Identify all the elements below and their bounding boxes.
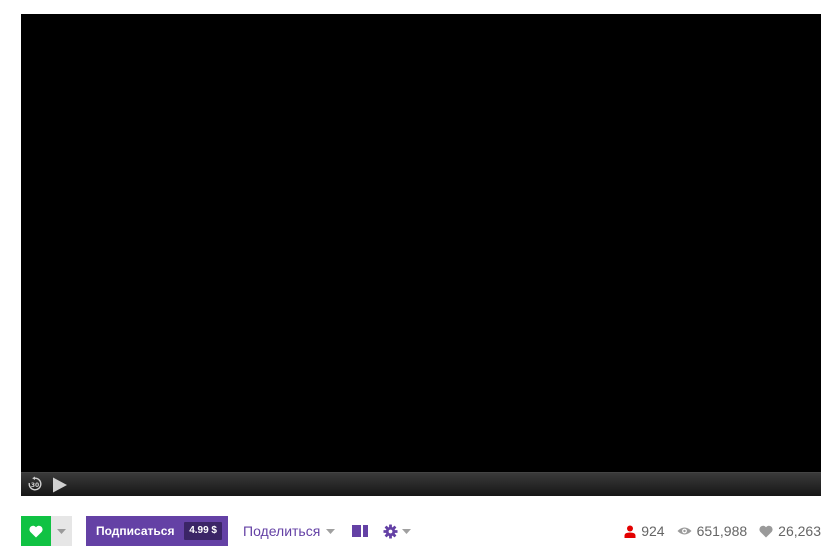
subscribe-button[interactable]: Подписаться 4.99 $ [86,516,228,546]
subscribe-label: Подписаться [96,524,175,538]
heart-icon [29,525,43,537]
views-value: 651,988 [696,523,748,539]
followers-count: 26,263 [759,523,821,539]
viewers-value: 924 [641,523,665,539]
heart-icon [759,525,773,537]
subscribe-price-badge: 4.99 $ [184,522,222,540]
followers-value: 26,263 [778,523,821,539]
channel-stats: 924 651,988 26,263 [612,516,821,546]
gear-icon [383,523,398,539]
follow-button[interactable] [21,516,51,546]
player-controls-bar: 30 [21,472,821,496]
share-label: Поделиться [243,523,321,539]
eye-icon [677,527,692,535]
play-icon[interactable] [52,477,68,493]
person-icon [624,525,636,538]
rewind-30-label: 30 [31,482,39,489]
chevron-down-icon [402,528,411,534]
follow-dropdown-button[interactable] [51,516,72,546]
rewind-30-icon[interactable]: 30 [27,476,43,492]
channel-action-bar: Подписаться 4.99 $ Поделиться 924 651,98… [21,516,821,546]
video-player[interactable]: 30 [21,14,821,496]
settings-button[interactable] [383,523,411,539]
share-button[interactable]: Поделиться [243,516,336,546]
theater-mode-icon[interactable] [352,525,368,537]
viewers-count: 924 [624,523,665,539]
chevron-down-icon [326,528,336,534]
chevron-down-icon [57,528,66,534]
channel-page: 30 Подписаться 4.99 $ Поделиться 924 651… [0,0,832,556]
views-count: 651,988 [677,523,748,539]
